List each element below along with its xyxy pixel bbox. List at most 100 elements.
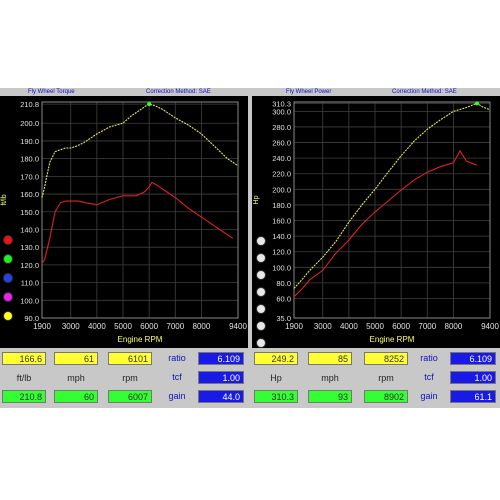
torque-readouts: 166.6 61 6101 ft/lb mph rpm 210.8 60 600… xyxy=(0,350,248,408)
torque-title: Fly Wheel Torque xyxy=(28,89,75,95)
torque-x-tick-label: 7000 xyxy=(166,322,184,331)
dyno-app: Fly Wheel Torque Correction Method: SAE … xyxy=(0,88,500,408)
power-legend-dot[interactable] xyxy=(256,338,266,348)
torque-x-tick-label: 9400 xyxy=(229,322,247,331)
power-y-tick-label: 35.0 xyxy=(276,314,291,323)
torque-x-tick-label: 8000 xyxy=(193,322,211,331)
torque-unit-label: ft/lb xyxy=(16,373,32,383)
torque-panel: Fly Wheel Torque Correction Method: SAE … xyxy=(0,88,248,408)
torque-peak-value: 210.8 xyxy=(2,390,46,403)
power-readouts: 249.2 85 8252 Hp mph rpm 310.3 93 8902 r… xyxy=(252,350,500,408)
torque-peak-mph: 60 xyxy=(54,390,98,403)
power-y-tick-label: 120.0 xyxy=(272,248,291,257)
power-peak-value: 310.3 xyxy=(254,390,298,403)
torque-y-tick-label: 200.0 xyxy=(20,119,39,128)
power-chart: 1900 3000 4000 5000 6000 7000 8000 9400310.3300… xyxy=(252,96,500,348)
power-gain-label: gain xyxy=(420,391,438,401)
power-y-tick-label: 80.0 xyxy=(276,279,291,288)
torque-peak-marker xyxy=(147,102,152,107)
power-tcf-label: tcf xyxy=(424,372,434,382)
power-y-tick-label: 140.0 xyxy=(272,232,291,241)
power-legend-dot[interactable] xyxy=(256,253,266,263)
power-peak-rpm: 8902 xyxy=(364,390,408,403)
power-legend-dot[interactable] xyxy=(256,270,266,280)
power-ratio-label: ratio xyxy=(420,353,438,363)
torque-y-tick-label: 140.0 xyxy=(20,225,39,234)
torque-peak-rpm: 6007 xyxy=(108,390,152,403)
torque-y-tick-label: 210.8 xyxy=(20,100,39,109)
torque-ratio-label: ratio xyxy=(168,353,186,363)
power-x-tick-label: 6000 xyxy=(392,322,410,331)
torque-legend-dot[interactable] xyxy=(3,254,13,264)
power-peak-mph: 93 xyxy=(308,390,352,403)
power-y-tick-label: 300.0 xyxy=(272,107,291,116)
power-header: Fly Wheel Power Correction Method: SAE xyxy=(252,88,500,96)
torque-y-axis-label: ft/lb xyxy=(1,194,8,205)
torque-x-tick-label: 6000 xyxy=(140,322,158,331)
torque-y-tick-label: 180.0 xyxy=(20,155,39,164)
torque-chart: 1900 3000 4000 5000 6000 7000 8000 9400 210.8 200… xyxy=(0,96,248,348)
power-x-tick-label: 4000 xyxy=(340,322,358,331)
power-mph-label: mph xyxy=(321,373,339,383)
torque-rpm-label: rpm xyxy=(122,373,138,383)
power-x-tick-label: 9400 xyxy=(481,322,499,331)
torque-current-mph: 61 xyxy=(54,352,98,365)
torque-gain-label: gain xyxy=(168,391,186,401)
power-current-rpm: 8252 xyxy=(364,352,408,365)
torque-x-tick-label: 1900 xyxy=(33,322,51,331)
torque-y-tick-label: 170.0 xyxy=(20,172,39,181)
power-legend-dot[interactable] xyxy=(256,321,266,331)
torque-y-tick-label: 160.0 xyxy=(20,190,39,199)
power-x-tick-label: 3000 xyxy=(314,322,332,331)
power-legend-dot[interactable] xyxy=(256,236,266,246)
power-legend-dot[interactable] xyxy=(256,287,266,297)
power-y-tick-label: 240.0 xyxy=(272,154,291,163)
power-tcf-value: 1.00 xyxy=(450,371,496,384)
power-unit-label: Hp xyxy=(270,373,282,383)
torque-y-tick-label: 120.0 xyxy=(20,261,39,270)
torque-plot-background xyxy=(0,96,248,348)
power-y-tick-label: 220.0 xyxy=(272,170,291,179)
torque-y-tick-label: 110.0 xyxy=(21,279,39,288)
power-x-tick-label: 1900 xyxy=(285,322,303,331)
power-title: Fly Wheel Power xyxy=(286,89,332,95)
torque-legend-dot[interactable] xyxy=(3,311,13,321)
power-y-axis-label: Hp xyxy=(253,195,260,204)
power-y-tick-label: 280.0 xyxy=(272,123,291,132)
torque-legend-dot[interactable] xyxy=(3,292,13,302)
torque-x-tick-label: 5000 xyxy=(114,322,132,331)
power-x-tick-label: 5000 xyxy=(366,322,384,331)
power-legend-dot[interactable] xyxy=(256,304,266,314)
torque-correction-method: Correction Method: SAE xyxy=(146,89,211,95)
power-current-mph: 85 xyxy=(308,352,352,365)
torque-header: Fly Wheel Torque Correction Method: SAE xyxy=(0,88,248,96)
torque-y-tick-label: 130.0 xyxy=(20,243,39,252)
torque-tcf-label: tcf xyxy=(172,372,182,382)
power-rpm-label: rpm xyxy=(378,373,394,383)
torque-legend-dot[interactable] xyxy=(3,273,13,283)
torque-y-tick-label: 150.0 xyxy=(20,208,39,217)
torque-current-rpm: 6101 xyxy=(108,352,152,365)
torque-y-tick-label: 90.0 xyxy=(24,314,39,323)
power-y-tick-label: 100.0 xyxy=(272,263,291,272)
power-current-value: 249.2 xyxy=(254,352,298,365)
power-correction-method: Correction Method: SAE xyxy=(392,89,457,95)
power-y-tick-label: 160.0 xyxy=(272,217,291,226)
power-x-tick-label: 8000 xyxy=(445,322,463,331)
power-y-tick-label: 260.0 xyxy=(272,139,291,148)
torque-gain-value: 44.0 xyxy=(198,390,244,403)
torque-current-value: 166.6 xyxy=(2,352,46,365)
torque-y-tick-label: 100.0 xyxy=(20,296,39,305)
power-peak-marker xyxy=(474,101,479,106)
torque-x-axis-label: Engine RPM xyxy=(118,335,163,344)
torque-ratio-value: 6.109 xyxy=(198,352,244,365)
power-gain-value: 61.1 xyxy=(450,390,496,403)
power-y-tick-label: 60.0 xyxy=(276,295,291,304)
torque-tcf-value: 1.00 xyxy=(198,371,244,384)
power-x-axis-label: Engine RPM xyxy=(370,335,415,344)
torque-y-tick-label: 190.0 xyxy=(20,137,39,146)
power-y-tick-label: 180.0 xyxy=(272,201,291,210)
torque-mph-label: mph xyxy=(67,373,85,383)
power-ratio-value: 6.109 xyxy=(450,352,496,365)
torque-legend-dot[interactable] xyxy=(3,235,13,245)
